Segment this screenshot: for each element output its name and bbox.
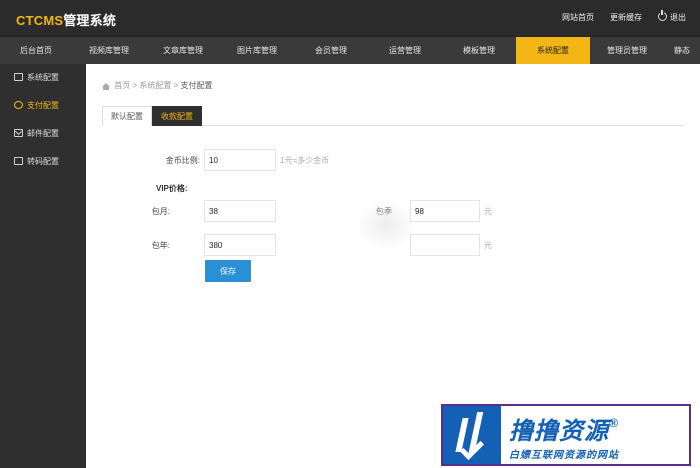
sidebar-item-label: 邮件配置 [27,129,59,138]
nav-image-library[interactable]: 图片库管理 [220,37,294,64]
breadcrumb-separator: > [173,81,179,90]
tab-payment-receiving-config[interactable]: 收款配置 [152,106,202,126]
main-nav: 后台首页 视频库管理 文章库管理 图片库管理 会员管理 运营管理 模板管理 系统… [0,36,700,64]
watermark-logo: 撸撸资源® 白嫖互联网资源的网站 [441,404,691,466]
sidebar-item-system-config[interactable]: 系统配置 [0,64,86,92]
coin-ratio-input[interactable] [204,149,276,171]
breadcrumb-separator: > [132,81,138,90]
breadcrumb-current: 支付配置 [180,81,213,90]
home-icon [102,83,110,90]
config-tabs: 默认配置 收款配置 [102,106,684,126]
watermark-text: 撸撸资源® 白嫖互联网资源的网站 [501,409,689,461]
sidebar-item-mail-config[interactable]: 邮件配置 [0,120,86,148]
half-year-unit: 元 [484,241,492,250]
nav-system-config[interactable]: 系统配置 [516,37,590,64]
sidebar-item-transcode-config[interactable]: 转码配置 [0,148,86,176]
nav-video-library[interactable]: 视频库管理 [72,37,146,64]
registered-mark: ® [609,416,619,430]
sidebar-item-payment-config[interactable]: 支付配置 [0,92,86,120]
breadcrumb-system-config[interactable]: 系统配置 [139,81,171,90]
sidebar: 系统配置 支付配置 邮件配置 转码配置 [0,64,86,468]
app-logo: CTCMS管理系统 [16,10,116,29]
top-header: CTCMS管理系统 网站首页 更新缓存 退出 [0,0,700,36]
site-home-link[interactable]: 网站首页 [562,12,594,23]
watermark-title-text: 撸撸资源 [509,418,609,445]
yearly-price-input[interactable] [204,234,276,256]
nav-templates[interactable]: 模板管理 [442,37,516,64]
top-links: 网站首页 更新缓存 退出 [562,10,686,23]
nav-article-library[interactable]: 文章库管理 [146,37,220,64]
nav-admins[interactable]: 管理员管理 [590,37,664,64]
coin-ratio-label: 金币比例: [165,156,200,165]
logo-prefix: CTCMS [16,13,64,28]
quarterly-unit: 元 [484,207,492,216]
watermark-subtitle: 白嫖互联网资源的网站 [509,450,619,461]
nav-members[interactable]: 会员管理 [294,37,368,64]
breadcrumb: 首页 > 系统配置 > 支付配置 [102,80,213,91]
coin-icon [14,101,23,109]
nav-operations[interactable]: 运营管理 [368,37,442,64]
logo-suffix: 管理系统 [63,13,117,28]
nav-static[interactable]: 静态 [664,37,700,64]
monthly-label: 包月: [151,207,170,216]
yearly-label: 包年: [151,241,170,250]
coin-ratio-hint: 1元=多少金币 [280,156,330,165]
monitor-icon [14,73,23,81]
half-year-price-input[interactable] [410,234,480,256]
sidebar-item-label: 系统配置 [27,73,59,82]
clear-cache-link[interactable]: 更新缓存 [610,12,642,23]
save-button[interactable]: 保存 [205,260,251,282]
logout-link[interactable]: 退出 [658,10,686,23]
watermark-title: 撸撸资源® [509,409,689,446]
breadcrumb-home[interactable]: 首页 [114,81,130,90]
sidebar-item-label: 转码配置 [27,157,59,166]
nav-dashboard[interactable]: 后台首页 [0,37,72,64]
vip-price-title: VIP价格: [156,184,188,193]
logout-label: 退出 [670,13,686,22]
quarterly-price-input[interactable] [410,200,480,222]
obscured-area [356,200,416,250]
film-icon [14,157,23,165]
monthly-price-input[interactable] [204,200,276,222]
mail-icon [14,129,23,137]
power-icon [658,10,667,21]
sidebar-item-label: 支付配置 [27,101,59,110]
tab-default-config[interactable]: 默认配置 [102,106,152,126]
watermark-mark-icon [443,406,501,464]
